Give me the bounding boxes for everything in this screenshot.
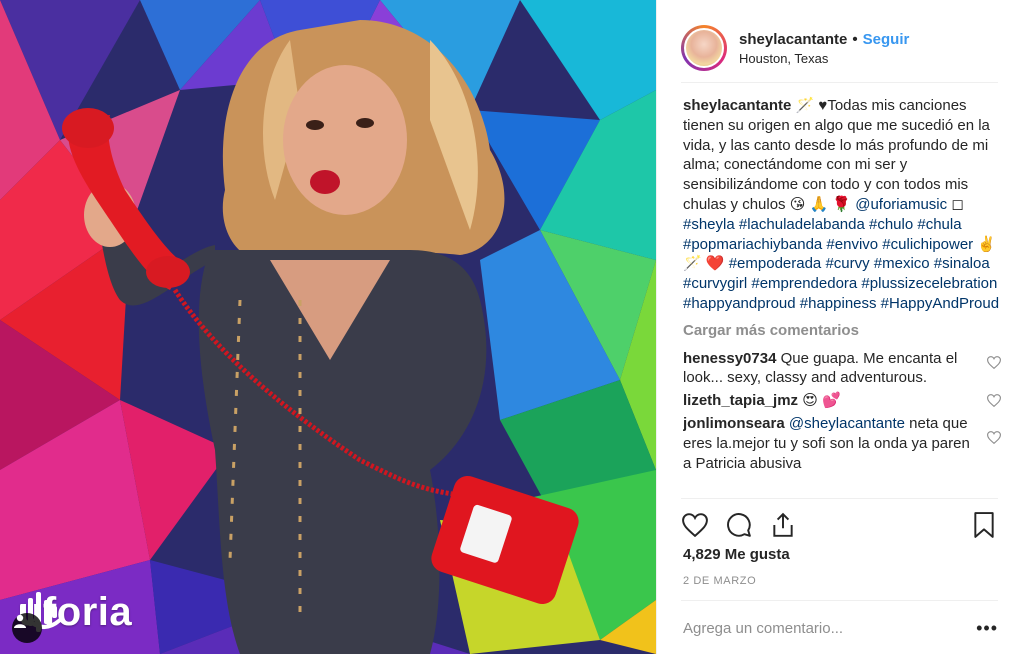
avatar[interactable] [681, 25, 727, 71]
header-line: sheylacantante • Seguir [739, 31, 909, 48]
post-panel: sheylacantante • Seguir Houston, Texas s… [656, 0, 1024, 654]
caption-mention-suffix: ◻ [947, 195, 964, 213]
caption-hashtags-1[interactable]: #sheyla #lachuladelabanda #chulo #chula … [683, 216, 973, 253]
caption-mention[interactable]: @uforiamusic [855, 196, 947, 213]
load-more-comments-button[interactable]: Cargar más comentarios [683, 321, 1001, 341]
like-button[interactable] [681, 511, 709, 539]
post-photo[interactable]: uforia [0, 0, 656, 654]
comment-mention[interactable]: @sheylacantante [785, 415, 905, 432]
comment-username[interactable]: henessy0734 [683, 350, 776, 367]
user-tags-icon[interactable] [12, 613, 42, 643]
save-button[interactable] [970, 511, 998, 539]
header-username[interactable]: sheylacantante [739, 31, 847, 48]
share-button[interactable] [769, 511, 797, 539]
photo-illustration [0, 0, 656, 654]
comment-text: 😍 💕 [798, 392, 841, 410]
header-text: sheylacantante • Seguir Houston, Texas [739, 31, 909, 66]
avatar-image [684, 28, 724, 68]
more-options-button[interactable]: ••• [976, 618, 998, 639]
share-icon [773, 512, 793, 537]
comment-icon [727, 513, 751, 537]
follow-button[interactable]: Seguir [863, 31, 910, 48]
comment-button[interactable] [725, 511, 753, 539]
comment-like-button[interactable] [986, 393, 1001, 413]
caption: sheylacantante 🪄 ♥Todas mis canciones ti… [683, 96, 1001, 314]
likes-count[interactable]: 4,829 Me gusta [683, 546, 790, 563]
comment-item: lizeth_tapia_jmz 😍 💕 [683, 391, 1001, 411]
comment-input[interactable] [681, 618, 977, 638]
heart-icon [986, 355, 1001, 369]
comment-username[interactable]: jonlimonseara [683, 415, 785, 432]
comments-list[interactable]: sheylacantante 🪄 ♥Todas mis canciones ti… [683, 96, 1001, 498]
heart-icon [986, 394, 1001, 408]
heart-icon [682, 513, 708, 537]
comment-item: jonlimonseara @sheylacantante neta que e… [683, 414, 1001, 473]
user-icon [14, 614, 26, 628]
action-bar [681, 498, 998, 551]
comment-username[interactable]: lizeth_tapia_jmz [683, 392, 798, 409]
add-comment-bar: ••• [681, 600, 998, 655]
comment-like-button[interactable] [986, 355, 1001, 375]
heart-icon [986, 431, 1001, 445]
header-separator: • [852, 30, 858, 48]
post-header: sheylacantante • Seguir Houston, Texas [681, 14, 998, 83]
comment-item: henessy0734 Que guapa. Me encanta el loo… [683, 349, 1001, 389]
post-date[interactable]: 2 DE MARZO [683, 575, 756, 587]
caption-hashtags-2[interactable]: #empoderada #curvy #mexico #sinaloa #cur… [683, 255, 999, 312]
bookmark-icon [974, 512, 994, 538]
caption-username[interactable]: sheylacantante [683, 97, 791, 114]
location-link[interactable]: Houston, Texas [739, 51, 909, 66]
comment-like-button[interactable] [986, 430, 1001, 450]
